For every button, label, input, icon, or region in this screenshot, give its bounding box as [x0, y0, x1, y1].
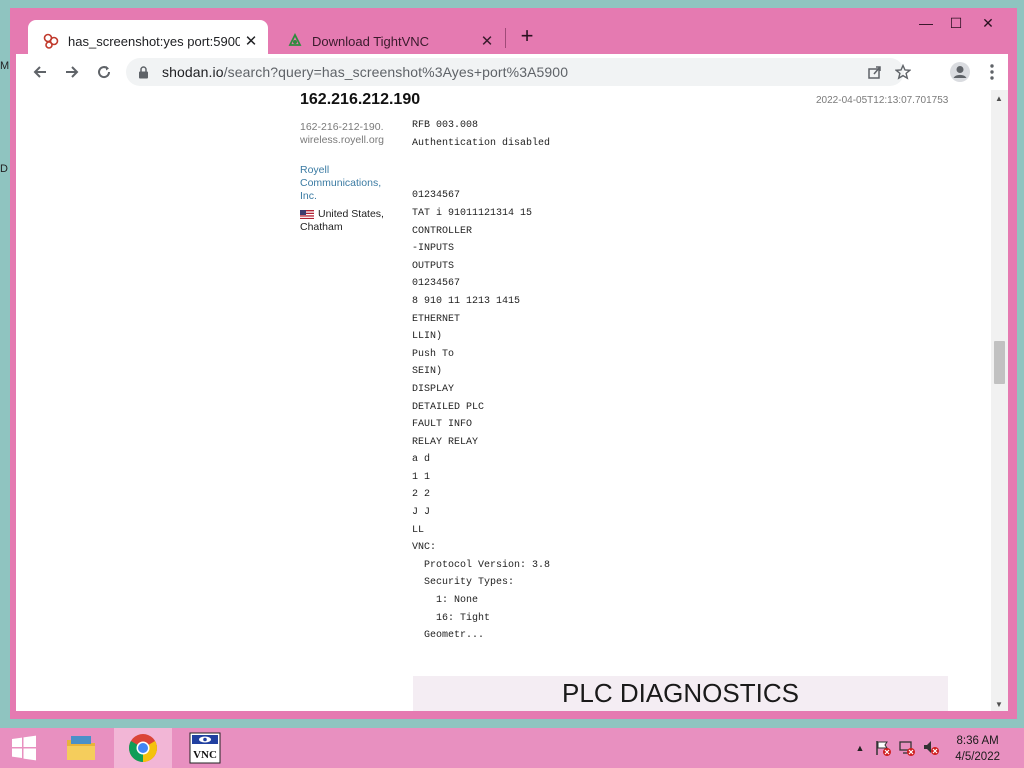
show-hidden-icons-icon[interactable]: ▲ — [850, 743, 870, 753]
profile-avatar-icon[interactable] — [947, 59, 973, 85]
tightvnc-app-icon: VNC — [189, 732, 221, 764]
tightvnc-button[interactable]: VNC — [184, 728, 226, 768]
vertical-scrollbar[interactable]: ▲ ▼ — [991, 90, 1008, 711]
forward-button[interactable] — [58, 58, 86, 86]
screenshot-title: PLC DIAGNOSTICS — [562, 678, 799, 708]
reload-icon — [98, 66, 111, 79]
clock-date: 4/5/2022 — [955, 751, 1000, 763]
result-location: United States, Chatham — [300, 208, 390, 234]
result-org-link[interactable]: Royell Communications, Inc. — [300, 164, 390, 203]
desktop-icon-label: M — [0, 60, 10, 72]
start-button[interactable] — [0, 728, 48, 768]
page-content[interactable]: 162.216.212.190 2022-04-05T12:13:07.7017… — [16, 90, 1008, 711]
menu-kebab-icon[interactable] — [979, 59, 1005, 85]
network-icon[interactable] — [898, 739, 916, 757]
arrow-left-icon — [33, 66, 46, 78]
scroll-up-icon[interactable]: ▲ — [995, 94, 1003, 103]
url-path: /search?query=has_screenshot%3Ayes+port%… — [223, 64, 569, 80]
action-center-flag-icon[interactable] — [874, 739, 892, 757]
reload-button[interactable] — [90, 58, 118, 86]
folder-icon — [67, 736, 95, 760]
tab-strip: has_screenshot:yes port:5900 - S ✕ Downl… — [10, 8, 1017, 62]
chrome-button[interactable] — [114, 728, 172, 768]
system-clock[interactable]: 8:36 AM 4/5/2022 — [955, 733, 1000, 765]
result-banner: RFB 003.008 Authentication disabled 0123… — [412, 120, 551, 642]
close-window-button[interactable]: ✕ — [972, 12, 1004, 34]
share-icon[interactable] — [862, 59, 888, 85]
back-button[interactable] — [26, 58, 54, 86]
result-hostname: 162-216-212-190.wireless.royell.org — [300, 121, 385, 146]
browser-toolbar: shodan.io/search?query=has_screenshot%3A… — [16, 54, 1008, 90]
maximize-button[interactable]: ☐ — [940, 12, 972, 34]
arrow-right-icon — [66, 66, 79, 78]
chrome-icon — [129, 734, 157, 762]
taskbar: VNC ▲ 8:36 AM 4/5/2022 — [0, 728, 1024, 768]
system-tray: ▲ — [850, 728, 940, 768]
result-screenshot[interactable]: PLC DIAGNOSTICS — [413, 676, 948, 711]
windows-logo-icon — [12, 735, 36, 761]
address-bar[interactable]: shodan.io/search?query=has_screenshot%3A… — [126, 58, 911, 86]
new-tab-button[interactable]: + — [516, 25, 538, 48]
result-timestamp: 2022-04-05T12:13:07.701753 — [816, 95, 949, 106]
url-host: shodan.io — [162, 64, 224, 80]
desktop-icon-label: D — [0, 163, 8, 175]
minimize-button[interactable]: — — [910, 12, 942, 34]
us-flag-icon — [300, 209, 314, 219]
file-explorer-button[interactable] — [58, 728, 104, 768]
tab-close-icon[interactable]: ✕ — [240, 30, 262, 52]
tightvnc-icon — [286, 32, 304, 50]
result-ip-link[interactable]: 162.216.212.190 — [300, 91, 420, 109]
tab-title: has_screenshot:yes port:5900 - S — [68, 33, 240, 49]
tab-close-icon[interactable]: ✕ — [476, 30, 498, 52]
lock-icon — [138, 65, 152, 79]
scroll-down-icon[interactable]: ▼ — [995, 700, 1003, 709]
clock-time: 8:36 AM — [956, 735, 999, 747]
tab-title: Download TightVNC — [312, 33, 430, 49]
bookmark-star-icon[interactable] — [890, 59, 916, 85]
tab-separator — [505, 28, 506, 48]
svg-text:VNC: VNC — [193, 749, 217, 761]
shodan-icon — [42, 32, 60, 50]
browser-window: has_screenshot:yes port:5900 - S ✕ Downl… — [10, 8, 1017, 719]
url-text: shodan.io/search?query=has_screenshot%3A… — [162, 64, 568, 80]
volume-icon[interactable] — [922, 739, 940, 757]
scrollbar-thumb[interactable] — [994, 341, 1005, 384]
